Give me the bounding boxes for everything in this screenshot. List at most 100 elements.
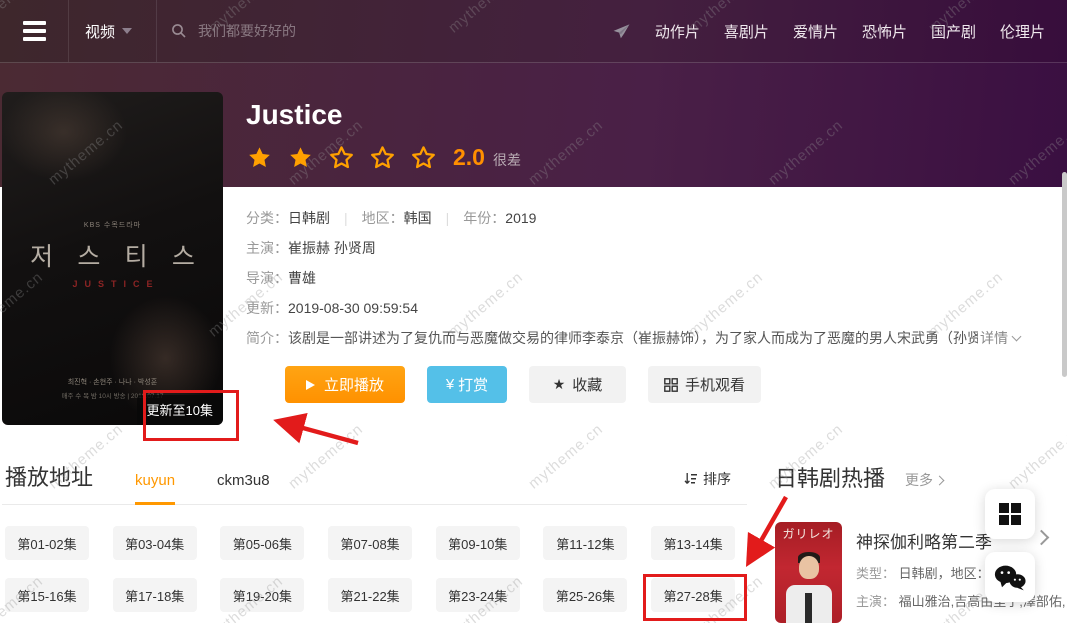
page-title: Justice bbox=[246, 99, 343, 131]
poster-title-english: JUSTICE bbox=[9, 279, 223, 289]
divider: | bbox=[446, 210, 450, 226]
paper-plane-icon[interactable] bbox=[612, 22, 631, 41]
episode-button[interactable]: 第23-24集 bbox=[436, 578, 520, 612]
poster-text-block: KBS 수목드라마 저 스 티 스 JUSTICE bbox=[2, 220, 223, 289]
rating-score: 2.0 bbox=[453, 144, 485, 171]
episode-button[interactable]: 第07-08集 bbox=[328, 526, 412, 560]
sort-icon bbox=[684, 472, 698, 486]
wechat-icon bbox=[994, 564, 1026, 591]
meta-label: 主演： bbox=[246, 238, 288, 258]
episode-button[interactable]: 第21-22集 bbox=[328, 578, 412, 612]
meta-label: 分类： bbox=[246, 208, 288, 228]
chevron-down-icon bbox=[1012, 332, 1022, 342]
episode-button[interactable]: 第25-26集 bbox=[543, 578, 627, 612]
director-value[interactable]: 曹雄 bbox=[288, 268, 316, 288]
star-outline-icon bbox=[328, 145, 355, 171]
nav-link[interactable]: 伦理片 bbox=[1000, 21, 1045, 42]
divider: | bbox=[344, 210, 348, 226]
scrollbar-thumb[interactable] bbox=[1062, 172, 1067, 377]
mobile-watch-button[interactable]: 手机观看 bbox=[648, 366, 761, 403]
watermark-text: mytheme.cn bbox=[525, 421, 606, 493]
episode-button[interactable]: 第19-20集 bbox=[220, 578, 304, 612]
play-now-label: 立即播放 bbox=[324, 374, 384, 395]
nav-link[interactable]: 恐怖片 bbox=[862, 21, 907, 42]
episode-button[interactable]: 第09-10集 bbox=[436, 526, 520, 560]
caret-down-icon bbox=[122, 28, 132, 34]
meta-label: 地区： bbox=[362, 208, 404, 228]
reward-button[interactable]: ¥ 打赏 bbox=[427, 366, 507, 403]
menu-icon[interactable] bbox=[0, 0, 69, 62]
hot-card-poster[interactable]: ガリレオ bbox=[775, 522, 842, 623]
episode-button[interactable]: 第17-18集 bbox=[113, 578, 197, 612]
channel-dropdown[interactable]: 视频 bbox=[69, 0, 157, 62]
synopsis-expand-label: 详情 bbox=[980, 328, 1008, 348]
meta-label: 类型： bbox=[856, 566, 895, 581]
episode-button[interactable]: 第27-28集 bbox=[651, 578, 735, 612]
nav-link[interactable]: 爱情片 bbox=[793, 21, 838, 42]
sort-button[interactable]: 排序 bbox=[684, 469, 731, 489]
star-outline-icon bbox=[410, 145, 437, 171]
action-buttons: 立即播放 ¥ 打赏 ★ 收藏 手机观看 bbox=[285, 366, 761, 403]
chevron-right-icon[interactable] bbox=[1034, 530, 1050, 546]
main-poster[interactable]: KBS 수목드라마 저 스 티 스 JUSTICE 최진혁 · 손현주 · 나나… bbox=[2, 92, 223, 425]
chevron-right-icon bbox=[935, 475, 945, 485]
hot-poster-figure bbox=[786, 585, 832, 623]
synopsis-expand-link[interactable]: 详情 bbox=[980, 328, 1020, 348]
play-section-header: 播放地址 kuyun ckm3u8 bbox=[5, 460, 270, 505]
hot-card-type-line: 类型： 日韩剧，地区：日 bbox=[856, 563, 1003, 582]
channel-label: 视频 bbox=[85, 21, 115, 42]
nav-link[interactable]: 动作片 bbox=[655, 21, 700, 42]
search-box bbox=[157, 22, 511, 40]
update-badge: 更新至10集 bbox=[137, 395, 223, 425]
meta-label: 主演： bbox=[856, 594, 895, 609]
sort-label: 排序 bbox=[703, 469, 731, 489]
favorite-button[interactable]: ★ 收藏 bbox=[529, 366, 626, 403]
poster-credits: 최진혁 · 손현주 · 나나 · 박성훈 bbox=[2, 377, 223, 387]
episode-button[interactable]: 第13-14集 bbox=[651, 526, 735, 560]
yen-icon: ¥ bbox=[446, 376, 454, 393]
star-outline-icon bbox=[369, 145, 396, 171]
star-icon: ★ bbox=[553, 376, 566, 393]
watermark-text: mytheme.cn bbox=[285, 421, 366, 493]
meta-row-synopsis: 简介： 该剧是一部讲述为了复仇而与恶魔做交易的律师李泰京（崔振赫饰），为了家人而… bbox=[246, 323, 1060, 353]
favorite-label: 收藏 bbox=[572, 374, 602, 395]
mobile-watch-label: 手机观看 bbox=[685, 374, 745, 395]
episode-button[interactable]: 第11-12集 bbox=[543, 526, 627, 560]
episode-button[interactable]: 第01-02集 bbox=[5, 526, 89, 560]
nav-link[interactable]: 国产剧 bbox=[931, 21, 976, 42]
region-value[interactable]: 韩国 bbox=[404, 208, 432, 228]
updated-value: 2019-08-30 09:59:54 bbox=[288, 300, 418, 316]
rating-row: 2.0 很差 bbox=[246, 144, 521, 171]
play-section-title: 播放地址 bbox=[5, 460, 93, 492]
windows-icon bbox=[999, 503, 1021, 525]
category-value[interactable]: 日韩剧 bbox=[288, 208, 330, 228]
search-icon bbox=[171, 23, 187, 39]
cast-value[interactable]: 崔振赫 孙贤周 bbox=[288, 238, 376, 258]
wechat-share-button[interactable] bbox=[985, 552, 1035, 602]
meta-row-category: 分类： 日韩剧 | 地区： 韩国 | 年份： 2019 bbox=[246, 203, 1060, 233]
episode-button[interactable]: 第15-16集 bbox=[5, 578, 89, 612]
year-value[interactable]: 2019 bbox=[505, 210, 536, 226]
nav-link[interactable]: 喜剧片 bbox=[724, 21, 769, 42]
meta-row-director: 导演： 曹雄 bbox=[246, 263, 1060, 293]
episode-button[interactable]: 第03-04集 bbox=[113, 526, 197, 560]
star-rating[interactable] bbox=[246, 145, 451, 171]
poster-network-line: KBS 수목드라마 bbox=[2, 220, 223, 230]
hot-card-title[interactable]: 神探伽利略第二季 bbox=[856, 528, 992, 553]
top-navbar: 视频 动作片 喜剧片 爱情片 恐怖片 国产剧 伦理片 bbox=[0, 0, 1067, 63]
synopsis-text: 该剧是一部讲述为了复仇而与恶魔做交易的律师李泰京（崔振赫饰），为了家人而成为了恶… bbox=[288, 328, 978, 348]
watermark-text: mytheme.cn bbox=[1005, 421, 1067, 493]
page: 视频 动作片 喜剧片 爱情片 恐怖片 国产剧 伦理片 Justice bbox=[0, 0, 1067, 623]
star-filled-icon bbox=[287, 145, 314, 171]
tab-ckm3u8[interactable]: ckm3u8 bbox=[217, 472, 270, 502]
episode-list: 第01-02集第03-04集第05-06集第07-08集第09-10集第11-1… bbox=[5, 526, 750, 612]
more-link[interactable]: 更多 bbox=[905, 470, 943, 490]
hot-poster-figure bbox=[799, 556, 819, 579]
meta-label: 年份： bbox=[463, 208, 505, 228]
search-input[interactable] bbox=[196, 22, 490, 40]
hot-poster-title-text: ガリレオ bbox=[775, 525, 842, 542]
tab-kuyun[interactable]: kuyun bbox=[135, 472, 175, 505]
windows-share-button[interactable] bbox=[985, 489, 1035, 539]
play-now-button[interactable]: 立即播放 bbox=[285, 366, 405, 403]
episode-button[interactable]: 第05-06集 bbox=[220, 526, 304, 560]
